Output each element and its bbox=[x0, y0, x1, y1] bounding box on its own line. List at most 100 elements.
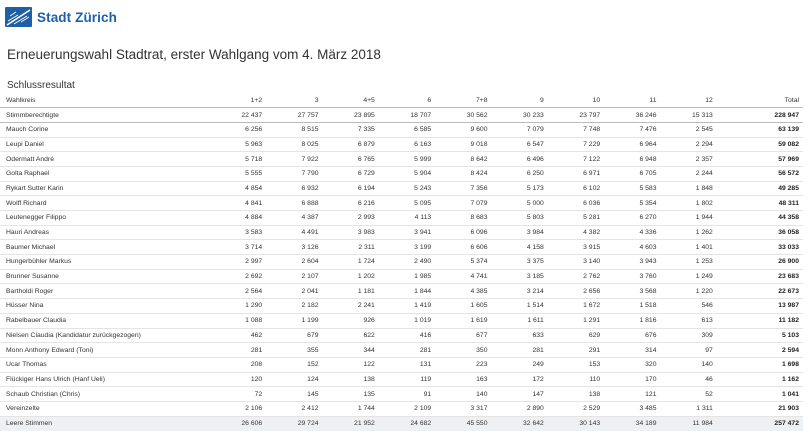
table-cell: 1 944 bbox=[695, 214, 713, 222]
table-cell: 119 bbox=[420, 375, 432, 383]
table-row: Hüsser Nina 1 290 2 182 2 241 1 419 1 605 1 51… bbox=[0, 299, 803, 314]
table-cell: 140 bbox=[701, 361, 713, 369]
table-cell: 3 943 bbox=[639, 258, 657, 266]
row-label: Baumer Michael bbox=[6, 243, 56, 251]
column-header: 12 bbox=[705, 96, 713, 104]
row-total: 48 311 bbox=[778, 199, 799, 207]
table-cell: 1 619 bbox=[470, 317, 488, 325]
row-label: Mauch Corine bbox=[6, 126, 49, 134]
table-row: Hungerbühler Markus 2 997 2 604 1 724 2 490 5… bbox=[0, 255, 803, 270]
row-label: Rabelbauer Claudia bbox=[6, 317, 67, 325]
table-cell: 7 079 bbox=[470, 199, 488, 207]
table-cell: 5 281 bbox=[583, 214, 601, 222]
table-row: Baumer Michael 3 714 3 126 2 311 3 199 6 606 4… bbox=[0, 240, 803, 255]
column-header: 11 bbox=[649, 96, 657, 104]
table-row: Brunner Susanne 2 692 2 107 1 202 1 985 4 741… bbox=[0, 269, 803, 284]
table-cell: 4 113 bbox=[414, 214, 432, 222]
table-cell: 2 182 bbox=[301, 302, 319, 310]
row-label: Rykart Sutter Karin bbox=[6, 184, 64, 192]
table-row: Rabelbauer Claudia 1 088 1 199 926 1 019 1 61… bbox=[0, 313, 803, 328]
table-cell: 9 600 bbox=[470, 126, 488, 134]
page-title: Erneuerungswahl Stadtrat, erster Wahlgan… bbox=[7, 47, 381, 62]
table-cell: 9 018 bbox=[470, 140, 488, 148]
table-cell: 5 904 bbox=[414, 170, 432, 178]
table-cell: 152 bbox=[307, 361, 319, 369]
table-cell: 4 158 bbox=[526, 243, 544, 251]
table-cell: 1 802 bbox=[695, 199, 713, 207]
row-label: Brunner Susanne bbox=[6, 273, 59, 281]
table-cell: 416 bbox=[419, 331, 432, 339]
table-cell: 7 748 bbox=[583, 126, 601, 134]
table-cell: 7 079 bbox=[526, 126, 544, 134]
table-cell: 314 bbox=[645, 346, 657, 354]
table-cell: 2 545 bbox=[695, 126, 713, 134]
table-cell: 21 952 bbox=[354, 420, 375, 428]
row-total: 1 162 bbox=[781, 375, 799, 383]
table-cell: 6 765 bbox=[357, 155, 375, 163]
table-cell: 4 336 bbox=[639, 229, 657, 237]
table-cell: 1 401 bbox=[695, 243, 713, 251]
table-cell: 6 096 bbox=[470, 229, 488, 237]
table-cell: 6 879 bbox=[357, 140, 375, 148]
table-cell: 138 bbox=[588, 390, 601, 398]
table-cell: 2 656 bbox=[583, 287, 601, 295]
table-cell: 320 bbox=[645, 361, 657, 369]
table-cell: 1 253 bbox=[695, 258, 713, 266]
table-cell: 7 356 bbox=[470, 184, 488, 192]
column-header: Total bbox=[784, 96, 799, 104]
table-cell: 23 797 bbox=[579, 111, 601, 119]
row-label: Flückiger Hans Ulrich (Hanf Ueli) bbox=[6, 375, 105, 383]
table-cell: 3 126 bbox=[301, 243, 319, 251]
table-cell: 140 bbox=[476, 390, 488, 398]
row-label: Ucar Thomas bbox=[6, 361, 47, 369]
table-row: Leutenegger Filippo 4 884 4 387 2 993 4 113 8… bbox=[0, 211, 803, 226]
row-total: 13 987 bbox=[778, 302, 799, 310]
table-cell: 926 bbox=[363, 317, 375, 325]
table-cell: 6 496 bbox=[526, 155, 544, 163]
table-cell: 3 915 bbox=[583, 243, 601, 251]
row-label: Odermatt André bbox=[6, 155, 54, 163]
brand-header[interactable]: Stadt Zürich bbox=[5, 6, 117, 28]
table-cell: 36 246 bbox=[635, 111, 657, 119]
table-cell: 281 bbox=[419, 346, 432, 354]
table-cell: 122 bbox=[363, 361, 375, 369]
table-cell: 7 476 bbox=[639, 126, 657, 134]
row-label: Leere Stimmen bbox=[6, 420, 53, 428]
table-cell: 7 122 bbox=[583, 155, 601, 163]
row-total: 63 139 bbox=[778, 126, 799, 134]
table-cell: 138 bbox=[363, 375, 375, 383]
row-total: 5 103 bbox=[781, 331, 799, 339]
row-total: 1 698 bbox=[781, 361, 799, 369]
table-row: Flückiger Hans Ulrich (Hanf Ueli) 120 124 1… bbox=[0, 372, 803, 387]
table-cell: 1 605 bbox=[470, 302, 488, 310]
table-cell: 350 bbox=[476, 346, 488, 354]
column-header: 3 bbox=[314, 96, 319, 104]
stadt-zuerich-logo-icon bbox=[5, 7, 32, 27]
table-cell: 1 181 bbox=[357, 287, 375, 295]
table-cell: 3 583 bbox=[245, 229, 263, 237]
table-row: Hauri Andreas 3 583 4 491 3 983 3 941 6 096 3 … bbox=[0, 225, 803, 240]
table-cell: 2 997 bbox=[245, 258, 263, 266]
table-cell: 6 606 bbox=[470, 243, 488, 251]
table-cell: 223 bbox=[476, 361, 488, 369]
row-label: Hüsser Nina bbox=[6, 302, 44, 310]
table-cell: 5 555 bbox=[245, 170, 263, 178]
table-cell: 11 984 bbox=[692, 420, 713, 428]
table-cell: 8 025 bbox=[301, 140, 319, 148]
table-cell: 1 290 bbox=[245, 302, 263, 310]
table-cell: 8 642 bbox=[470, 155, 488, 163]
table-cell: 344 bbox=[363, 346, 375, 354]
table-cell: 52 bbox=[705, 390, 713, 398]
table-cell: 5 000 bbox=[526, 199, 544, 207]
table-cell: 46 bbox=[705, 375, 713, 383]
table-cell: 1 816 bbox=[639, 317, 657, 325]
table-cell: 291 bbox=[588, 346, 601, 354]
table-cell: 622 bbox=[363, 331, 375, 339]
column-header: 4+5 bbox=[363, 96, 375, 104]
table-cell: 6 888 bbox=[301, 199, 319, 207]
table-cell: 8 424 bbox=[470, 170, 488, 178]
table-cell: 2 490 bbox=[414, 258, 432, 266]
table-cell: 6 194 bbox=[357, 184, 375, 192]
row-label: Hungerbühler Markus bbox=[6, 258, 72, 266]
table-cell: 1 611 bbox=[527, 317, 544, 325]
